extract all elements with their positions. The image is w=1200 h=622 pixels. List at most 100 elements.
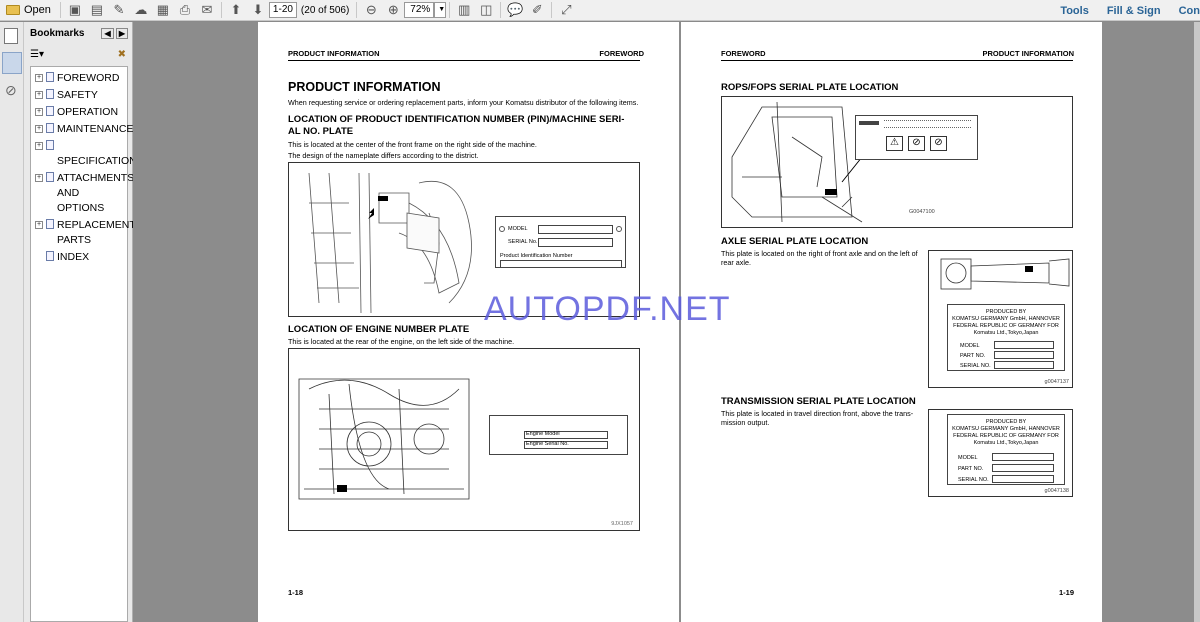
fit-page-icon[interactable]: ◫ xyxy=(475,1,497,19)
bookmark-operation[interactable]: + OPERATION xyxy=(31,105,127,120)
print-icon[interactable]: ⎙ xyxy=(174,1,196,19)
bookmarks-panel-icon[interactable] xyxy=(2,52,22,74)
expand-panel-icon[interactable]: ▶ xyxy=(115,27,128,39)
figure-code: g0047137 xyxy=(1044,379,1069,385)
pin-nameplate: MODEL SERIAL No. Product Identification … xyxy=(495,216,626,268)
bookmark-icon xyxy=(46,140,54,150)
plate-produced-by: PRODUCED BY xyxy=(985,309,1027,315)
engine-section-title: LOCATION OF ENGINE NUMBER PLATE xyxy=(288,324,470,335)
bookmark-replacement-parts[interactable]: + REPLACEMENT PARTS xyxy=(31,218,136,248)
scroll-mode-icon[interactable]: ▥ xyxy=(453,1,475,19)
bookmark-icon xyxy=(46,251,54,261)
page-number: 1-18 xyxy=(288,588,304,597)
zoom-in-icon[interactable]: ⊕ xyxy=(382,1,404,19)
plate-serial-label: SERIAL NO. xyxy=(958,477,989,483)
running-header-left: PRODUCT INFORMATION xyxy=(288,49,380,58)
vertical-scrollbar[interactable] xyxy=(1194,22,1200,622)
bookmarks-panel: Bookmarks ◀ ▶ ☰▾ ✖ + FOREWORD + SAFETY + OPE… xyxy=(24,22,144,622)
pin-text-1: This is located at the center of the fro… xyxy=(288,140,537,149)
engine-serial-label: Engine Serial No. xyxy=(526,441,569,447)
comment-icon[interactable]: 💬 xyxy=(504,1,526,19)
figure-code: 9JX1057 xyxy=(611,521,633,527)
page-count: (20 of 506) xyxy=(300,4,350,16)
page-number-input[interactable]: 1-20 xyxy=(268,2,297,18)
axle-plate-figure: PRODUCED BY KOMATSU GERMANY GmbH, HANNOV… xyxy=(928,250,1073,388)
bookmarks-title: Bookmarks xyxy=(30,27,85,39)
bookmark-icon xyxy=(46,106,54,116)
zoom-dropdown-icon[interactable]: ▼ xyxy=(434,2,447,18)
running-header-right: PRODUCT INFORMATION xyxy=(982,49,1074,58)
attachment-icon[interactable]: ⊘ xyxy=(5,82,17,99)
expand-icon[interactable]: + xyxy=(35,74,43,82)
bookmark-list: + FOREWORD + SAFETY + OPERATION + MAINTENANC… xyxy=(30,66,144,622)
page-number: 1-19 xyxy=(1058,588,1074,597)
next-page-icon[interactable]: ⬇ xyxy=(247,1,269,19)
axle-drawing xyxy=(940,258,1070,290)
plate-company: KOMATSU GERMANY GmbH, HANNOVER xyxy=(952,426,1060,432)
zoom-out-icon[interactable]: ⊖ xyxy=(360,1,382,19)
plate-serial-label: SERIAL NO. xyxy=(960,363,991,369)
cloud-icon[interactable]: ☁ xyxy=(130,1,152,19)
rops-plate: ⚠ ⊘ ⊘ xyxy=(855,115,978,160)
previous-page-icon[interactable]: ⬆ xyxy=(225,1,247,19)
save-icon[interactable]: ▦ xyxy=(152,1,174,19)
folder-icon xyxy=(6,5,20,15)
email-icon[interactable]: ✉ xyxy=(196,1,218,19)
collapse-panel-icon[interactable]: ◀ xyxy=(101,27,114,39)
transmission-section-title: TRANSMISSION SERIAL PLATE LOCATION xyxy=(721,396,916,407)
plate-komatsu: Komatsu Ltd.,Tokyo,Japan xyxy=(973,330,1039,336)
figure-code: G0047100 xyxy=(909,209,935,215)
bookmark-icon xyxy=(46,219,54,229)
engine-plate-figure: Engine Model Engine Serial No. 9JX1057 xyxy=(288,348,640,531)
prohibition-icon: ⊘ xyxy=(930,136,947,151)
plate-part-label: PART NO. xyxy=(958,466,984,472)
running-header-right: FOREWORD xyxy=(599,49,644,58)
edit-icon[interactable]: ✎ xyxy=(108,1,130,19)
bookmark-icon xyxy=(46,172,54,182)
highlight-icon[interactable]: ✐ xyxy=(526,1,548,19)
expand-icon[interactable]: ⤢ xyxy=(555,1,577,19)
bookmark-safety[interactable]: + SAFETY xyxy=(31,88,127,103)
bookmark-attachments[interactable]: + ATTACHMENTS AND OPTIONS xyxy=(31,171,134,216)
expand-icon[interactable]: + xyxy=(35,142,43,150)
bookmark-specifications[interactable]: + SPECIFICATIONS xyxy=(31,139,144,169)
bookmark-foreword[interactable]: + FOREWORD xyxy=(31,71,127,86)
plate-country: FEDERAL REPUBLIC OF GERMANY FOR xyxy=(953,323,1059,329)
expand-icon[interactable]: + xyxy=(35,221,43,229)
warning-icon: ⚠ xyxy=(886,136,903,151)
rops-section-title: ROPS/FOPS SERIAL PLATE LOCATION xyxy=(721,82,899,93)
bookmark-maintenance[interactable]: + MAINTENANCE xyxy=(31,122,133,137)
bookmark-options-icon[interactable]: ☰▾ xyxy=(30,49,44,60)
transmission-nameplate: PRODUCED BY KOMATSU GERMANY GmbH, HANNOV… xyxy=(947,414,1065,485)
create-icon[interactable]: ▣ xyxy=(64,1,86,19)
bookmark-index[interactable]: INDEX xyxy=(31,250,127,265)
plate-model-label: MODEL xyxy=(958,455,978,461)
toolbar: Open ▣ ▤ ✎ ☁ ▦ ⎙ ✉ ⬆ ⬇ 1-20 (20 of 506) … xyxy=(0,0,1200,21)
engine-text: This is located at the rear of the engin… xyxy=(288,337,515,346)
page-thumbnails-icon[interactable] xyxy=(4,28,18,44)
plate-country: FEDERAL REPUBLIC OF GERMANY FOR xyxy=(953,433,1059,439)
plate-model-label: MODEL xyxy=(960,343,980,349)
axle-section-title: AXLE SERIAL PLATE LOCATION xyxy=(721,236,869,247)
convert-icon[interactable]: ▤ xyxy=(86,1,108,19)
expand-icon[interactable]: + xyxy=(35,108,43,116)
expand-icon[interactable]: + xyxy=(35,125,43,133)
comment-button[interactable]: Con xyxy=(1179,5,1200,17)
running-header-left: FOREWORD xyxy=(721,49,766,58)
fill-sign-button[interactable]: Fill & Sign xyxy=(1107,5,1161,17)
pin-section-title-1: LOCATION OF PRODUCT IDENTIFICATION NUMBE… xyxy=(288,114,625,125)
plate-part-label: PART NO. xyxy=(960,353,986,359)
zoom-input[interactable]: 72% xyxy=(404,2,435,18)
plate-company: KOMATSU GERMANY GmbH, HANNOVER xyxy=(952,316,1060,322)
delete-bookmark-icon[interactable]: ✖ xyxy=(118,49,126,60)
axle-text: This plate is located on the right of fr… xyxy=(721,249,918,267)
plate-pin-label: Product Identification Number xyxy=(500,253,573,259)
page-title: PRODUCT INFORMATION xyxy=(288,80,441,94)
expand-icon[interactable]: + xyxy=(35,174,43,182)
expand-icon[interactable]: + xyxy=(35,91,43,99)
figure-code: g0047138 xyxy=(1044,488,1069,494)
bookmark-icon xyxy=(46,72,54,82)
plate-produced-by: PRODUCED BY xyxy=(985,419,1027,425)
open-button[interactable]: Open xyxy=(0,4,57,16)
tools-button[interactable]: Tools xyxy=(1060,5,1089,17)
